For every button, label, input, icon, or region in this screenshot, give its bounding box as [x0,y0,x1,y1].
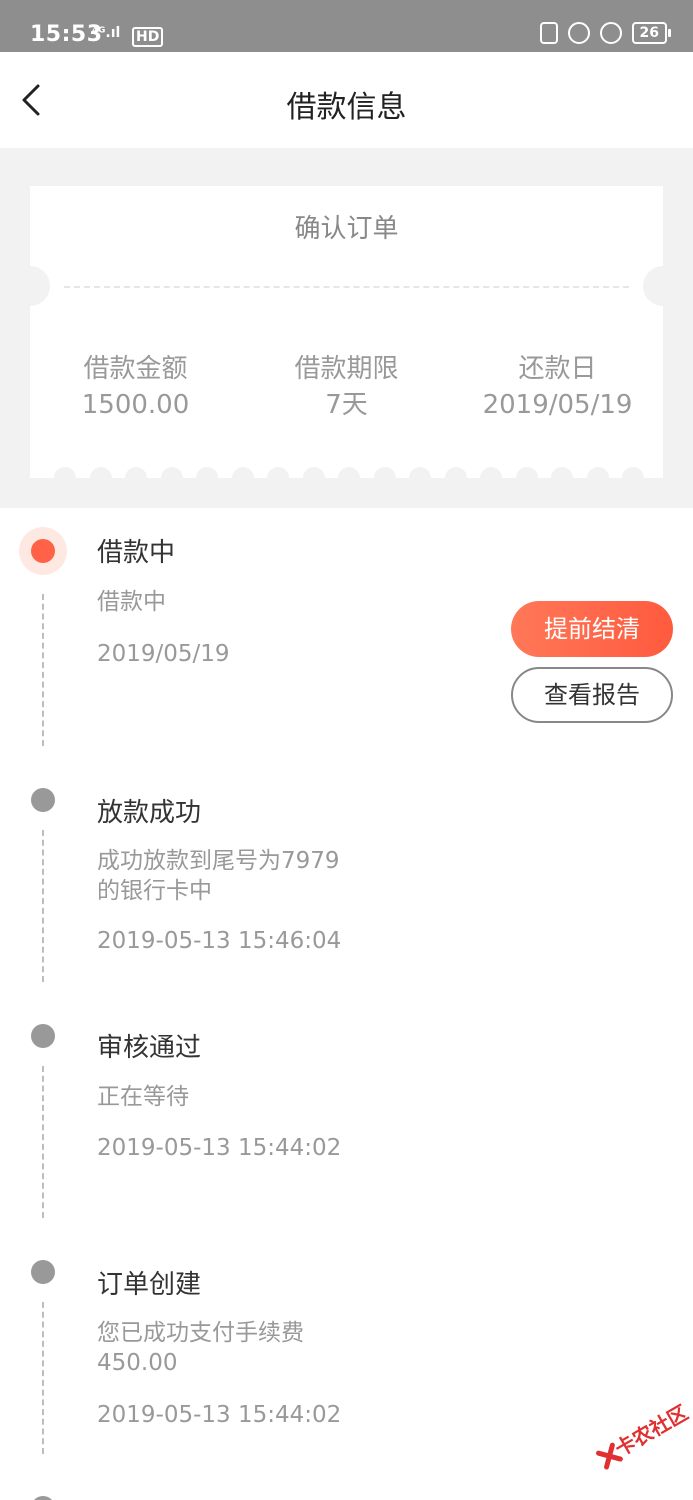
timeline-time: 2019-05-13 15:46:04 [97,928,342,954]
loan-amount-label: 借款金额 [83,354,188,384]
timeline-time: 2019/05/19 [97,641,230,667]
timeline-item: 审核通过 正在等待 2019-05-13 15:44:02 [0,996,693,1232]
repayment-date-label: 还款日 [518,354,597,384]
loan-amount-value: 1500.00 [81,390,190,420]
loan-term: 借款期限 7天 [241,351,452,423]
lock-rotation-icon [567,22,590,44]
timeline-title: 借款中 [97,538,176,568]
loan-amount: 借款金额 1500.00 [30,351,241,423]
timeline-item: 借款中 借款中 2019/05/19 提前结清 查看报告 [0,508,693,760]
timeline-dot [31,1260,55,1284]
timeline-title: 审核通过 [97,1033,202,1063]
timeline-desc: 成功放款到尾号为7979的银行卡中 [97,848,340,904]
status-bar: 15:53 ⁴ᴳ.ıl HD 26 [0,0,693,52]
timeline-connector [42,1302,44,1454]
signal-icon: ⁴ᴳ.ıl [92,25,121,41]
timeline-time: 2019-05-13 15:44:02 [97,1402,342,1428]
timeline-desc: 借款中 [97,589,166,615]
timeline-time: 2019-05-13 15:44:02 [97,1135,342,1161]
vibrate-icon [539,22,558,44]
timeline-item: 订单创建 您已成功支付手续费450.00 2019-05-13 15:44:02 [0,1232,693,1500]
timeline-connector [42,830,44,982]
hd-icon: HD [132,27,164,47]
ticket-scallop-edge [54,467,644,489]
loan-info-row: 借款金额 1500.00 借款期限 7天 还款日 2019/05/19 [30,351,663,423]
nav-bar: 借款信息 [0,52,693,148]
alarm-icon [599,22,622,44]
view-report-button[interactable]: 查看报告 [511,667,673,723]
timeline-item: 放款成功 成功放款到尾号为7979的银行卡中 2019-05-13 15:46:… [0,760,693,996]
repayment-date-value: 2019/05/19 [482,390,633,420]
order-ticket-card: 确认订单 借款金额 1500.00 借款期限 7天 还款日 2019/05/19 [10,186,683,489]
ticket-notch-left [10,266,50,306]
timeline-connector [42,1066,44,1218]
timeline-dot-active [31,539,55,563]
repayment-date: 还款日 2019/05/19 [452,351,663,423]
timeline-connector [42,594,44,746]
timeline-title: 订单创建 [97,1270,202,1300]
timeline-title: 放款成功 [97,798,202,828]
ticket-notch-right [643,266,683,306]
timeline-desc: 您已成功支付手续费450.00 [97,1320,304,1376]
timeline-desc: 正在等待 [97,1084,189,1110]
status-icons: 26 [539,22,672,44]
battery-icon: 26 [631,22,672,44]
ticket-title: 确认订单 [294,214,399,244]
timeline-dot [31,1024,55,1048]
timeline-dot [31,788,55,812]
loan-term-label: 借款期限 [294,354,399,384]
loan-term-value: 7天 [325,390,368,420]
loan-status-timeline: 借款中 借款中 2019/05/19 提前结清 查看报告 放款成功 成功放款到尾… [0,508,693,1500]
early-settle-button[interactable]: 提前结清 [511,601,673,657]
ticket-divider [64,286,629,288]
page-title: 借款信息 [286,90,407,125]
order-summary-area: 确认订单 借款金额 1500.00 借款期限 7天 还款日 2019/05/19 [0,148,693,508]
